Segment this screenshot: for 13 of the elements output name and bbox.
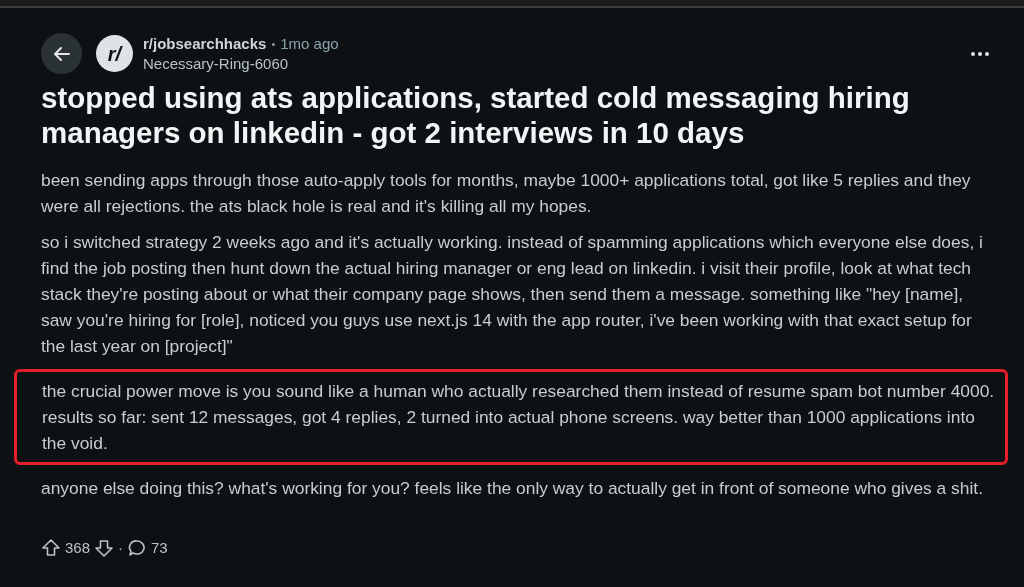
separator: · <box>118 538 124 558</box>
post-time: 1mo ago <box>280 33 339 54</box>
author-link[interactable]: Necessary-Ring-6060 <box>143 53 339 74</box>
post-paragraph: anyone else doing this? what's working for you? feels like the only way to actually get in front of someone who gives a shit. <box>41 477 984 500</box>
subreddit-link[interactable]: r/jobsearchhacks <box>143 33 267 54</box>
vote-count: 368 <box>65 538 91 558</box>
comment-count: 73 <box>151 538 168 558</box>
post-paragraph: been sending apps through those auto-apply tools for months, maybe 1000+ applications total, got like 5 replies and they were all rejections. the ats black hole is real and it's killing all my hopes. <box>41 169 972 218</box>
subreddit-avatar[interactable]: r/ <box>96 35 133 72</box>
post-paragraph: the crucial power move is you sound like a human who actually researched them instead of resume spam bot number 4000. results so far: sent 12 messages, got 4 replies, 2 turned into actual phone screens. way better than 1000 applications into the void. <box>42 380 995 455</box>
post-paragraph: so i switched strategy 2 weeks ago and it's actually working. instead of spamming applications which everyone else does, i find the job posting then hunt down the actual hiring manager or eng lead on linkedin. i visit their profile, look at what tech stack they're posting about or what their company page shows, then send them a message. something like "hey [name], saw you're hiring for [role], noticed you guys use next.js 14 with the app router, i've been working with that exact setup for the last year on [project]" <box>41 231 984 358</box>
post-title: stopped using ats applications, started cold messaging hiring managers on linkedin - got 2 interviews in 10 days <box>41 80 911 150</box>
separator: • <box>271 36 276 52</box>
